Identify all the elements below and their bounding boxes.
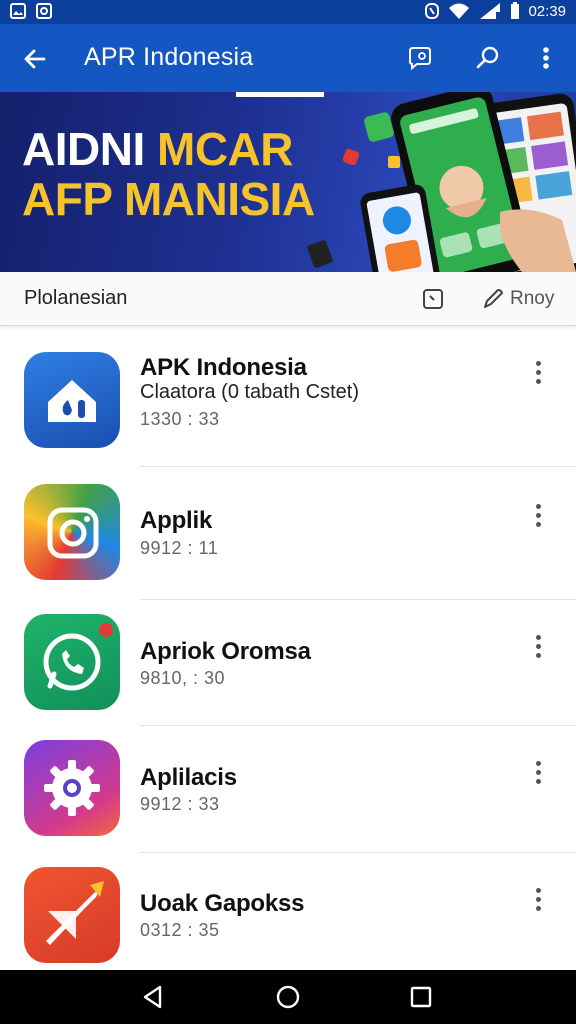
- app-name: APK Indonesia: [140, 354, 307, 381]
- app-bar: APR Indonesia: [0, 24, 576, 92]
- banner-headline-1-white: AIDNI: [22, 123, 157, 175]
- phones-illustration: [307, 92, 576, 272]
- rocket-app-icon: [24, 867, 120, 963]
- app-meta: 9912 : 33: [140, 794, 220, 814]
- app-name: Uoak Gapokss: [140, 890, 305, 917]
- banner-headline-2: AFP MANISIA: [22, 173, 315, 225]
- more-vert-icon[interactable]: [528, 361, 548, 389]
- app-name: Applik: [140, 507, 213, 534]
- sort-button[interactable]: Rnoy: [480, 284, 554, 314]
- app-meta: 1330 : 33: [140, 409, 220, 429]
- clock-time: 02:39: [528, 2, 566, 20]
- list-item[interactable]: Apriok Oromsa 9810, : 30: [0, 600, 576, 726]
- apk-house-icon: [24, 352, 120, 448]
- filter-row: Plolanesian Rnoy: [0, 272, 576, 326]
- list-item[interactable]: Uoak Gapokss 0312 : 35: [0, 853, 576, 979]
- nfc-icon: [425, 3, 440, 19]
- list-item[interactable]: Aplilacis 9912 : 33: [0, 726, 576, 852]
- app-name: Apriok Oromsa: [140, 638, 311, 665]
- banner-headline-1-yellow: MCAR: [157, 123, 293, 175]
- camera-app-icon: [24, 484, 120, 580]
- category-label: Plolanesian: [24, 287, 128, 309]
- app-meta: 9810, : 30: [140, 668, 226, 688]
- gear-icon: [24, 740, 120, 836]
- app-name: Aplilacis: [140, 764, 237, 791]
- page-title: APR Indonesia: [84, 43, 254, 71]
- navigation-bar: [0, 970, 576, 1024]
- recents-square-icon[interactable]: [407, 983, 435, 1011]
- chat-icon[interactable]: [404, 42, 436, 74]
- back-triangle-icon[interactable]: [139, 983, 167, 1011]
- more-vert-icon[interactable]: [528, 635, 548, 663]
- sort-button-label: Rnoy: [510, 288, 555, 309]
- promo-banner[interactable]: AIDNI MCAR AFP MANISIA: [0, 92, 576, 272]
- more-vert-icon[interactable]: [530, 42, 562, 74]
- app-meta: 9912 : 11: [140, 538, 219, 558]
- search-icon[interactable]: [472, 42, 504, 74]
- wifi-icon: [449, 3, 470, 19]
- list-item[interactable]: APK Indonesia Claatora (0 tabath Cstet) …: [0, 327, 576, 453]
- phone-chat-app-icon: [24, 614, 120, 710]
- more-vert-icon[interactable]: [528, 504, 548, 532]
- app-subtitle: Claatora (0 tabath Cstet): [140, 381, 359, 403]
- edit-icon: [484, 289, 503, 308]
- more-vert-icon[interactable]: [528, 761, 548, 789]
- image-icon: [10, 3, 26, 19]
- list-item[interactable]: Applik 9912 : 11: [0, 467, 576, 593]
- more-vert-icon[interactable]: [528, 888, 548, 916]
- back-arrow-icon[interactable]: [18, 42, 52, 76]
- app-icon: [36, 3, 52, 19]
- app-meta: 0312 : 35: [140, 920, 220, 940]
- home-circle-icon[interactable]: [274, 983, 302, 1011]
- status-bar: 02:39: [0, 0, 576, 24]
- banner-headline-1: AIDNI MCAR: [22, 122, 293, 176]
- crop-icon[interactable]: [420, 286, 446, 312]
- signal-icon: [480, 3, 501, 19]
- battery-icon: [511, 2, 520, 19]
